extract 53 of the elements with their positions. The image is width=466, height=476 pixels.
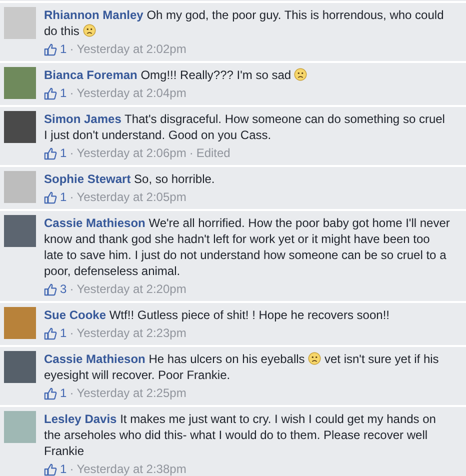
author-link[interactable]: Sue Cooke: [44, 308, 106, 322]
timestamp[interactable]: Yesterday at 2:04pm: [76, 85, 186, 101]
timestamp[interactable]: Yesterday at 2:38pm: [76, 461, 186, 476]
thumbs-up-icon[interactable]: [44, 386, 57, 400]
author-link[interactable]: Cassie Mathieson: [44, 352, 146, 366]
thumbs-up-icon[interactable]: [44, 86, 57, 100]
thumbs-up-icon[interactable]: [44, 282, 57, 296]
comment-text: Rhiannon Manley Oh my god, the poor guy. This is horrendous, who could do this: [44, 7, 445, 39]
sad-face-icon: [308, 352, 322, 365]
thumbs-up-icon[interactable]: [44, 190, 57, 204]
thumbs-up-icon[interactable]: [44, 326, 57, 340]
author-link[interactable]: Lesley Davis: [44, 412, 117, 426]
sad-face-icon: [82, 24, 96, 37]
separator-dot: ·: [70, 325, 74, 341]
like-count[interactable]: 1: [60, 41, 67, 57]
like-count[interactable]: 1: [60, 189, 67, 205]
edited-label[interactable]: Edited: [196, 145, 230, 161]
like-count[interactable]: 1: [60, 145, 67, 161]
author-link[interactable]: Bianca Foreman: [44, 68, 138, 82]
separator-dot: ·: [70, 145, 74, 161]
thumbs-up-icon[interactable]: [44, 462, 57, 476]
comment-text: Simon James That's disgraceful. How someone can do something so cruel I just don't understand. Good on you Cass.: [44, 111, 446, 143]
separator-dot: ·: [70, 385, 74, 401]
separator-dot: ·: [189, 145, 194, 161]
thumbs-up-icon[interactable]: [44, 146, 57, 160]
like-count[interactable]: 3: [60, 281, 67, 297]
like-count[interactable]: 1: [60, 325, 67, 341]
timestamp[interactable]: Yesterday at 2:23pm: [76, 325, 186, 341]
timestamp[interactable]: Yesterday at 2:05pm: [76, 189, 186, 205]
like-count[interactable]: 1: [60, 85, 67, 101]
author-link[interactable]: Sophie Stewart: [44, 172, 131, 186]
timestamp[interactable]: Yesterday at 2:06pm: [76, 145, 186, 161]
like-count[interactable]: 1: [60, 461, 67, 476]
separator-dot: ·: [70, 85, 74, 101]
like-count[interactable]: 1: [60, 385, 67, 401]
separator-dot: ·: [70, 41, 74, 57]
thumbs-up-icon[interactable]: [44, 42, 57, 56]
separator-dot: ·: [70, 461, 74, 476]
comment-text: Lesley Davis It makes me just want to cry. I wish I could get my hands on the arseholes who did this- what I would do to them. Please recover well Frankie: [44, 411, 437, 459]
comment-text: Sue Cooke Wtf!! Gutless piece of shit! ! Hope he recovers soon!!: [44, 307, 390, 323]
comment-text: Cassie Mathieson He has ulcers on his eyeballs vet isn't sure yet if his eyesight will recover. Poor Frankie.: [44, 351, 440, 383]
sad-face-icon: [294, 68, 308, 81]
comment-text: Cassie Mathieson We're all horrified. How the poor baby got home I'll never know and thank god she hadn't left for work yet or it might have been too late to save him. I just do not understand how someone can be so cruel to a poor, defenseless animal.: [44, 215, 450, 279]
comment-text: Sophie Stewart So, so horrible.: [44, 171, 216, 187]
author-link[interactable]: Rhiannon Manley: [44, 8, 144, 22]
separator-dot: ·: [70, 281, 74, 297]
author-link[interactable]: Cassie Mathieson: [44, 216, 146, 230]
author-link[interactable]: Simon James: [44, 112, 122, 126]
timestamp[interactable]: Yesterday at 2:25pm: [76, 385, 186, 401]
separator-dot: ·: [70, 189, 74, 205]
timestamp[interactable]: Yesterday at 2:02pm: [76, 41, 186, 57]
comment-text: Bianca Foreman Omg!!! Really??? I'm so sad: [44, 67, 450, 83]
timestamp[interactable]: Yesterday at 2:20pm: [76, 281, 186, 297]
